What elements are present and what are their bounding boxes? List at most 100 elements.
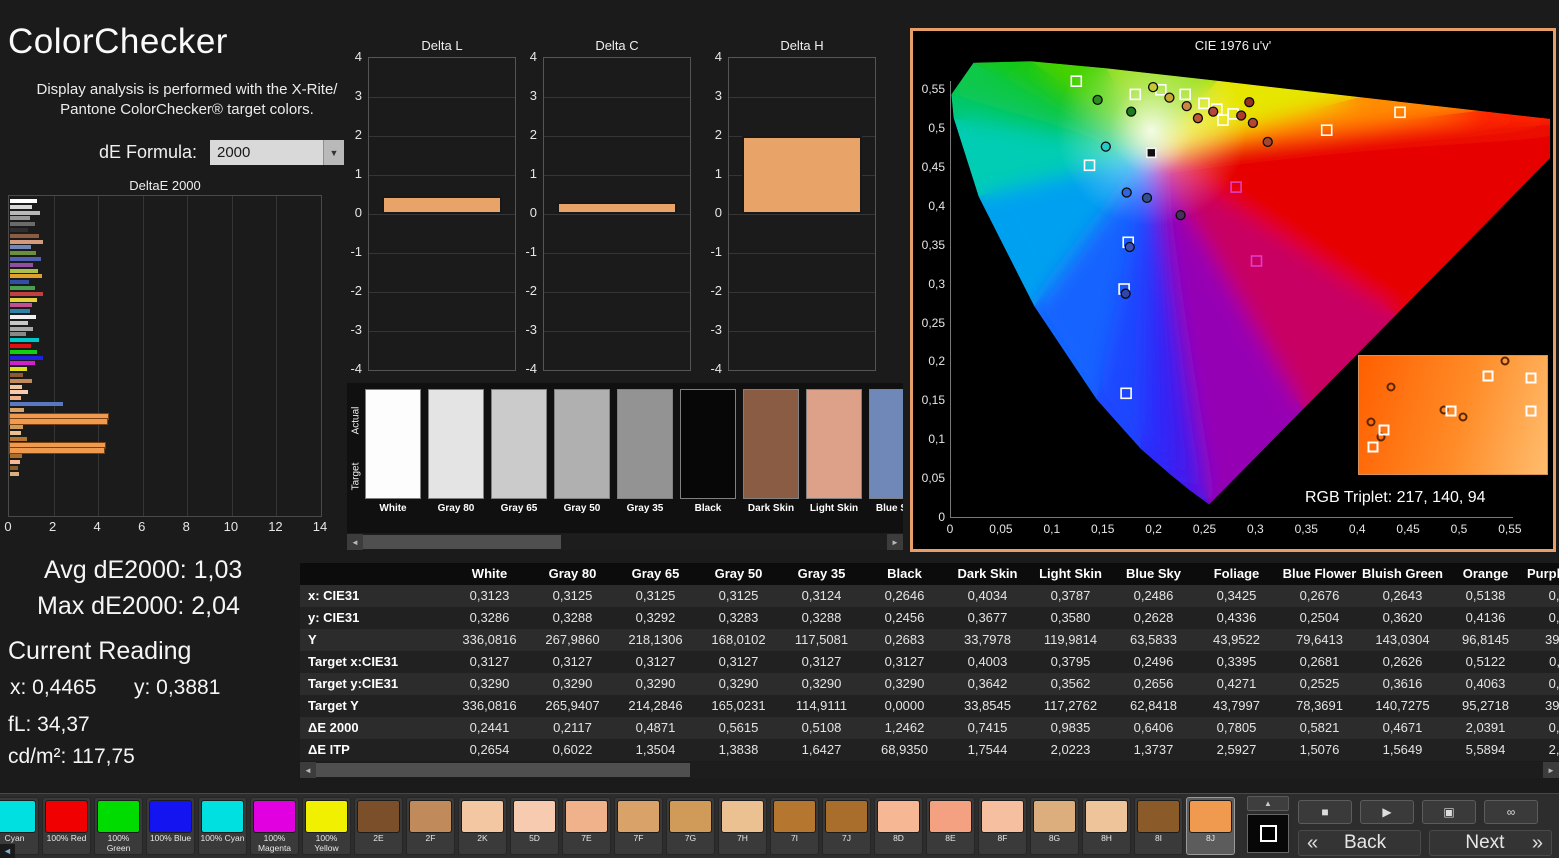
- colorchecker-app: ColorChecker Display analysis is perform…: [0, 0, 1559, 858]
- table-scroll-track[interactable]: [316, 762, 1543, 778]
- swatch-scroll-track[interactable]: [363, 534, 887, 550]
- swatch-scroll-thumb[interactable]: [363, 535, 561, 549]
- de-bar: [10, 245, 32, 250]
- de-bar: [10, 367, 27, 372]
- patch-tile-7h[interactable]: 7H: [718, 797, 767, 855]
- patch-swatch: Blue Sky: [869, 389, 903, 521]
- tile-color: [669, 800, 712, 833]
- filmstrip-scroll-left-icon[interactable]: ◄: [0, 844, 15, 858]
- column-header: Gray 80: [548, 566, 597, 581]
- gridline: [369, 292, 515, 293]
- scroll-right-icon[interactable]: ►: [887, 534, 903, 550]
- patch-swatch: White: [365, 389, 421, 521]
- patch-tile-8f[interactable]: 8F: [978, 797, 1027, 855]
- gridline: [369, 136, 515, 137]
- tile-label: 100% Magenta: [257, 834, 292, 853]
- inset-target-point: [1367, 441, 1379, 453]
- patch-tile-2k[interactable]: 2K: [458, 797, 507, 855]
- swatch-scrollbar[interactable]: ◄ ►: [347, 534, 903, 550]
- chevron-left-icon: «: [1307, 831, 1319, 854]
- patch-tile-100-yellow[interactable]: 100% Yellow: [302, 797, 351, 855]
- table-cell: 1,3737: [1133, 742, 1174, 757]
- table-scrollbar[interactable]: ◄ ►: [300, 762, 1559, 778]
- table-row: Y 336,0816 267,9860 218,1306 168,0102 117,508…: [300, 629, 1559, 651]
- de-formula-dropdown[interactable]: 2000 ▼: [210, 140, 344, 165]
- patch-tile-7g[interactable]: 7G: [666, 797, 715, 855]
- table-cell: 267,9860: [545, 632, 600, 647]
- delta-h-chart: Delta H 4 3 2 1 0 -1 -2 -3 -4: [704, 38, 876, 378]
- table-row: ΔE ITP 0,2654 0,6022 1,3504 1,3838 1,6427 68,9…: [300, 739, 1559, 761]
- tile-label: 7I: [790, 834, 799, 843]
- y-tick-label: -4: [350, 361, 362, 376]
- table-cell: 0,3290: [469, 676, 510, 691]
- reading-y: y: 0,3881: [134, 676, 221, 699]
- table-cell: 0,3123: [469, 588, 510, 603]
- table-cell: 0,3286: [469, 610, 510, 625]
- patch-tile-8e[interactable]: 8E: [926, 797, 975, 855]
- table-cell: 168,0102: [711, 632, 766, 647]
- patch-tile-8i[interactable]: 8I: [1134, 797, 1183, 855]
- scroll-right-icon[interactable]: ►: [1543, 762, 1559, 778]
- gridline: [544, 175, 690, 176]
- y-tick-label: 3: [714, 88, 722, 103]
- tile-color: [461, 800, 504, 833]
- swatch-label: Gray 80: [437, 503, 475, 514]
- patch-tile-100-cyan[interactable]: 100% Cyan: [198, 797, 247, 855]
- next-button[interactable]: Next »: [1429, 830, 1552, 856]
- x-tick-label: 8: [182, 519, 190, 534]
- patch-tile-100-blue[interactable]: 100% Blue: [146, 797, 195, 855]
- play-icon[interactable]: ▶: [1360, 800, 1414, 824]
- table-cell: 1,3838: [718, 742, 759, 757]
- chevron-down-icon[interactable]: ▼: [323, 140, 344, 165]
- nav-buttons: « Back Next »: [1298, 830, 1552, 856]
- patch-tile-100-green[interactable]: 100% Green: [94, 797, 143, 855]
- row-label: y: CIE31: [308, 610, 360, 625]
- de-bar: [10, 291, 44, 296]
- table-cell: 0,7805: [1216, 720, 1257, 735]
- patch-tile-5d[interactable]: 5D: [510, 797, 559, 855]
- table-cell: 1,6427: [801, 742, 842, 757]
- table-cell: 0,4671: [1382, 720, 1423, 735]
- patch-tile-100-magenta[interactable]: 100% Magenta: [250, 797, 299, 855]
- table-cell: 33,7978: [964, 632, 1011, 647]
- de-bar: [10, 465, 18, 470]
- tile-color: [773, 800, 816, 833]
- pattern-preview-button[interactable]: [1247, 814, 1289, 853]
- scroll-left-icon[interactable]: ◄: [347, 534, 363, 550]
- patch-tile-8d[interactable]: 8D: [874, 797, 923, 855]
- scroll-up-button[interactable]: ▲: [1247, 796, 1289, 811]
- scroll-left-icon[interactable]: ◄: [300, 762, 316, 778]
- table-cell: 0,3290: [801, 676, 842, 691]
- table-cell: 0,5615: [718, 720, 759, 735]
- back-button[interactable]: « Back: [1298, 830, 1421, 856]
- patch-tile-100-red[interactable]: 100% Red: [42, 797, 91, 855]
- gridline: [729, 292, 875, 293]
- patch-tile-7e[interactable]: 7E: [562, 797, 611, 855]
- patch-tile-7f[interactable]: 7F: [614, 797, 663, 855]
- patch-tile-7j[interactable]: 7J: [822, 797, 871, 855]
- deltae2000-plot: [8, 195, 322, 517]
- x-tick-label: 10: [223, 519, 239, 534]
- patch-tile-8h[interactable]: 8H: [1082, 797, 1131, 855]
- table-cell: 0,2681: [1299, 654, 1340, 669]
- table-cell: 0,5122: [1465, 654, 1506, 669]
- patch-tile-7i[interactable]: 7I: [770, 797, 819, 855]
- table-scroll-thumb[interactable]: [316, 763, 690, 777]
- loop-icon[interactable]: ∞: [1484, 800, 1538, 824]
- gridline: [231, 196, 233, 516]
- table-cell: 0,5533: [1548, 720, 1559, 735]
- inset-measured-point: [1458, 412, 1468, 422]
- fit-icon[interactable]: ▣: [1422, 800, 1476, 824]
- tile-color: [201, 800, 244, 833]
- table-cell: 0,3642: [967, 676, 1008, 691]
- patch-tile-8j[interactable]: 8J: [1186, 797, 1235, 855]
- patch-tile-2e[interactable]: 2E: [354, 797, 403, 855]
- patch-tile-8g[interactable]: 8G: [1030, 797, 1079, 855]
- table-cell: 0,3795: [1050, 654, 1091, 669]
- gridline: [729, 331, 875, 332]
- de-bar: [10, 454, 23, 459]
- de-bar: [10, 378, 33, 383]
- patch-tile-2f[interactable]: 2F: [406, 797, 455, 855]
- stop-icon[interactable]: ■: [1298, 800, 1352, 824]
- swatch-strip: Actual Target White Gray 80 Gray 65 Gray 50…: [347, 383, 903, 533]
